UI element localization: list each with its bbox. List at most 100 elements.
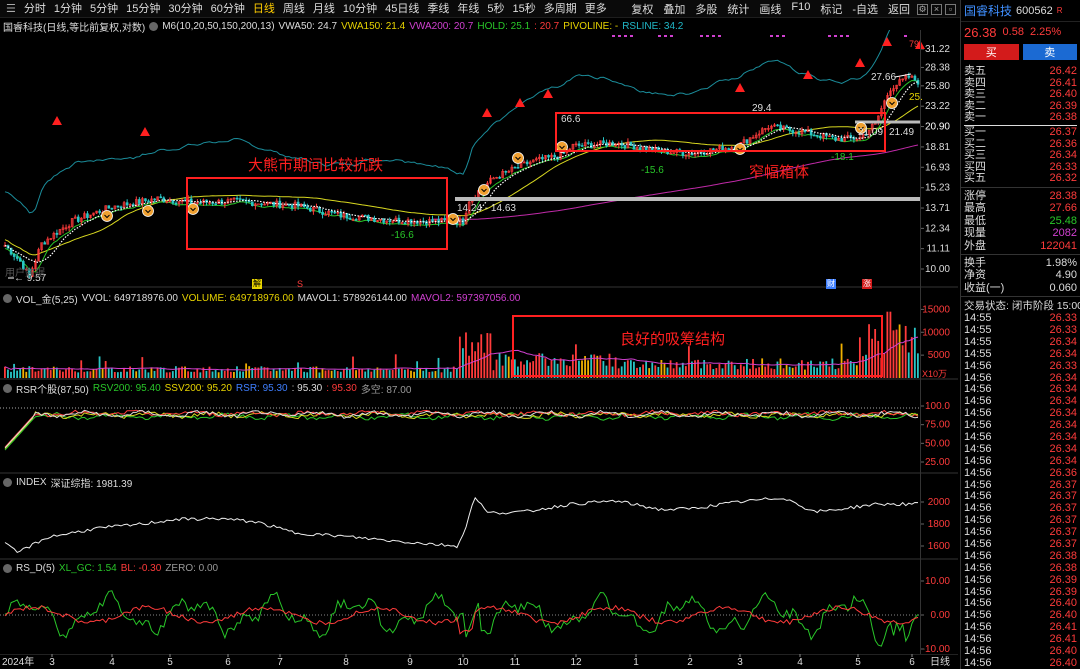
- tab-period-2[interactable]: 5分钟: [86, 0, 122, 18]
- volume-bar: [535, 355, 538, 378]
- settings-icon[interactable]: ⚙: [917, 3, 928, 15]
- candle-body: [98, 210, 101, 213]
- tab-period-16[interactable]: 更多: [581, 0, 611, 18]
- tool-button-2[interactable]: 多股: [690, 1, 722, 17]
- tick-price: 26.36: [1049, 466, 1077, 479]
- volume-bar: [162, 367, 165, 378]
- axis-tick-label: 25.00: [925, 457, 950, 468]
- tab-period-15[interactable]: 多周期: [540, 0, 581, 18]
- volume-bar: [95, 368, 98, 378]
- period-label: 日线: [930, 655, 950, 668]
- stat-label: 换手: [964, 256, 986, 269]
- volume-bar: [297, 362, 299, 378]
- range-label: 14.24 - 14.63: [457, 203, 516, 214]
- buy-button[interactable]: 买: [964, 44, 1019, 60]
- volume-bar: [440, 372, 443, 378]
- tool-button-3[interactable]: 统计: [722, 1, 754, 17]
- signal-dot: [630, 35, 633, 37]
- tool-button-5[interactable]: F10: [786, 1, 815, 17]
- tick-time: 14:56: [964, 573, 992, 586]
- maximize-icon[interactable]: ▫: [945, 3, 956, 15]
- tab-period-10[interactable]: 45日线: [381, 0, 423, 18]
- volume-bar: [303, 371, 306, 378]
- rsr-chart[interactable]: 100.0 75.00 50.00 25.00: [0, 392, 958, 474]
- volume-bar: [86, 371, 89, 378]
- price-chart[interactable]: 31.22 28.38 25.80 23.22 20.90 18.81 16.93 15.23…: [0, 30, 958, 288]
- volume-bar: [462, 348, 464, 378]
- bl-value: BL: -0.30: [120, 563, 162, 574]
- candle-body: [257, 203, 260, 206]
- tab-period-1[interactable]: 1分钟: [50, 0, 86, 18]
- tab-period-9[interactable]: 10分钟: [339, 0, 381, 18]
- triangle-marker: [855, 58, 865, 67]
- stat-value: 4.90: [1055, 269, 1077, 282]
- index-chart[interactable]: 2000 1800 1600: [0, 486, 958, 560]
- volume-bar: [291, 370, 293, 378]
- tab-period-0[interactable]: 分时: [20, 0, 50, 18]
- vol-unit-label: X10万: [922, 369, 947, 379]
- tool-button-8[interactable]: 返回: [883, 1, 915, 17]
- tab-period-11[interactable]: 季线: [423, 0, 453, 18]
- stat-row: 现量 2082: [961, 227, 1080, 239]
- tool-button-0[interactable]: 复权: [626, 1, 658, 17]
- event-marker-s[interactable]: S: [297, 279, 303, 289]
- tab-period-3[interactable]: 15分钟: [122, 0, 164, 18]
- settings-dot-icon[interactable]: [3, 564, 12, 573]
- volume-bar: [113, 372, 116, 378]
- stat-label: 涨停: [964, 189, 986, 202]
- event-marker-cai[interactable]: 财: [826, 279, 836, 289]
- rsd-chart[interactable]: 10.00 0.00 -10.00: [0, 574, 958, 654]
- divider: [961, 296, 1080, 298]
- tool-button-6[interactable]: 标记: [815, 1, 847, 17]
- candle-body: [153, 198, 156, 201]
- volume-bar: [388, 370, 391, 378]
- tab-period-13[interactable]: 5秒: [483, 0, 508, 18]
- candle-body: [834, 136, 837, 141]
- candle-body: [907, 75, 911, 78]
- volume-bar: [22, 367, 25, 378]
- volume-bar: [98, 356, 101, 378]
- tab-period-8[interactable]: 月线: [309, 0, 339, 18]
- tab-period-6[interactable]: 日线: [249, 0, 279, 18]
- event-marker-zhang[interactable]: 涨: [862, 279, 872, 289]
- volume-bar: [132, 369, 135, 378]
- tab-period-4[interactable]: 30分钟: [164, 0, 206, 18]
- signal-dot: [618, 35, 621, 37]
- volume-bar: [62, 371, 64, 378]
- month-label: 8: [343, 657, 349, 668]
- menu-icon[interactable]: ☰: [0, 2, 20, 15]
- tick-time: 14:55: [964, 347, 992, 360]
- volume-bar: [370, 371, 373, 378]
- event-marker-jie[interactable]: 解: [252, 279, 262, 289]
- bid-label: 买三: [964, 149, 986, 162]
- volume-bar: [407, 369, 409, 378]
- tool-button-4[interactable]: 画线: [754, 1, 786, 17]
- tool-button-7[interactable]: -自选: [847, 1, 883, 17]
- volume-bar: [507, 356, 510, 378]
- tab-period-14[interactable]: 15秒: [509, 0, 540, 18]
- tab-period-12[interactable]: 年线: [453, 0, 483, 18]
- no-data-label: 用户数据: [5, 266, 45, 279]
- stock-name[interactable]: 国睿科技: [964, 2, 1012, 19]
- tool-button-1[interactable]: 叠加: [658, 1, 690, 17]
- volume-bar: [229, 371, 232, 378]
- candle-body: [119, 206, 123, 209]
- volume-bar: [138, 369, 141, 378]
- volume-bar: [236, 366, 238, 378]
- sell-button[interactable]: 卖: [1022, 44, 1077, 60]
- tab-period-5[interactable]: 60分钟: [207, 0, 249, 18]
- close-icon[interactable]: ×: [931, 3, 942, 15]
- tick-list[interactable]: 14:55 26.33 14:55 26.33 14:55 26.34 14:55 26.34…: [961, 312, 1080, 669]
- month-label: 7: [277, 657, 283, 668]
- candle-body: [504, 171, 508, 173]
- tab-period-7[interactable]: 周线: [279, 0, 309, 18]
- rsr-axis: 100.0 75.00 50.00 25.00: [920, 401, 950, 468]
- volume-bar: [294, 368, 296, 378]
- candle-body: [159, 196, 163, 199]
- axis-tick-label: 12.34: [925, 223, 950, 234]
- stat-value: 27.66: [1049, 202, 1077, 215]
- stat-label: 收益(一): [964, 281, 1005, 294]
- volume-chart[interactable]: 15000 10000 5000 良好的吸筹结构 X10万: [0, 302, 958, 380]
- axis-tick-label: 1600: [928, 541, 951, 552]
- stats2-block: 换手 1.98% 净资 4.90 收益(一) 0.060: [961, 257, 1080, 294]
